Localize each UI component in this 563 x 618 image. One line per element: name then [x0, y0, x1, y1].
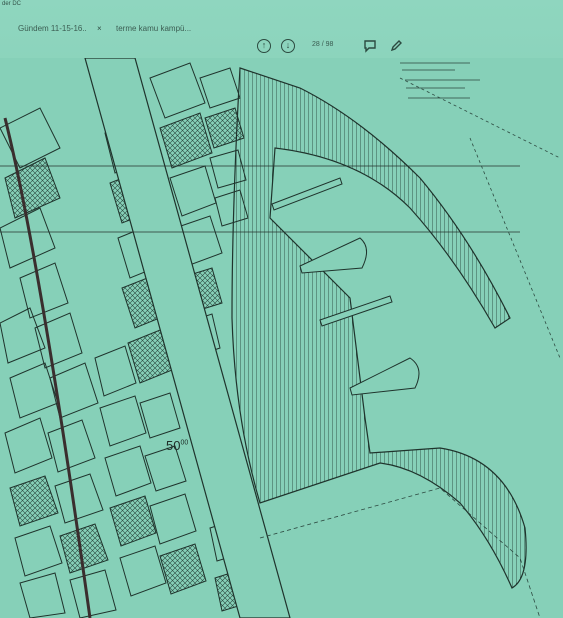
- tab-label: Gündem 11-15-16..: [18, 24, 87, 33]
- pdf-toolbar: ↑ ↓ 28 / 98: [250, 37, 420, 57]
- page-total: 98: [325, 41, 334, 48]
- arrow-up-circle-icon[interactable]: ↑: [257, 39, 271, 53]
- label-sup: 00: [180, 439, 189, 447]
- tab-gundem[interactable]: Gündem 11-15-16.. ×: [18, 20, 102, 38]
- pen-icon[interactable]: [389, 39, 403, 53]
- zoning-plan-map: 5000: [0, 58, 563, 618]
- close-icon[interactable]: ×: [97, 24, 102, 33]
- label-value: 50: [166, 438, 181, 453]
- hatched-coastal-area: [231, 67, 527, 589]
- legend-notes: [400, 62, 480, 99]
- tab-bar: Gündem 11-15-16.. × terme kamu kampü...: [0, 20, 563, 38]
- page-current[interactable]: 28: [312, 41, 320, 48]
- page-separator: /: [321, 41, 324, 48]
- comment-icon[interactable]: [363, 39, 377, 53]
- map-drawing: [0, 58, 561, 618]
- map-elevation-label: 5000: [166, 438, 188, 453]
- screen: der DC Gündem 11-15-16.. × terme kamu ka…: [0, 0, 563, 618]
- arrow-down-circle-icon[interactable]: ↓: [281, 39, 295, 53]
- page-indicator: 28 / 98: [312, 41, 333, 48]
- tab-terme[interactable]: terme kamu kampü...: [116, 20, 191, 38]
- app-title: der DC: [2, 1, 22, 7]
- tab-label: terme kamu kampü...: [116, 24, 192, 33]
